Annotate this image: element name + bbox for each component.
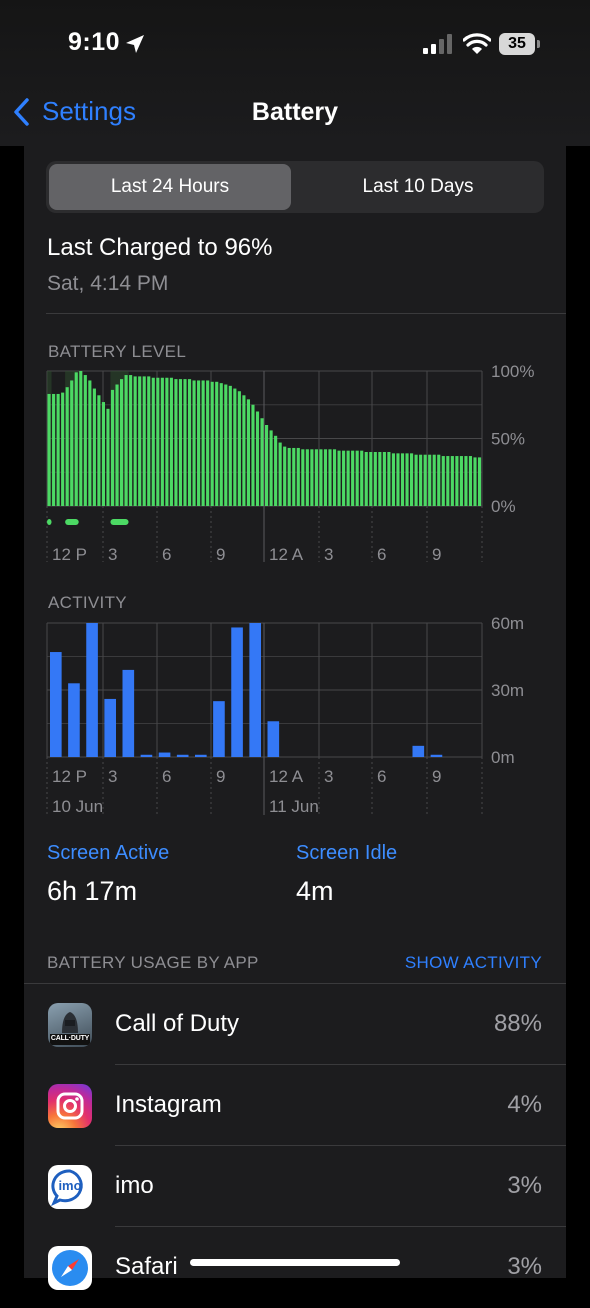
activity-date-label: 10 Jun	[52, 797, 103, 816]
app-percent: 4%	[507, 1091, 542, 1118]
camera-glyph	[56, 1092, 84, 1120]
app-row-call-of-duty[interactable]: CALL·DUTY Call of Duty 88%	[24, 984, 566, 1065]
imo-icon: imo	[48, 1165, 92, 1209]
activity-bar	[267, 721, 280, 757]
activity-bar	[104, 698, 116, 757]
activity-x-tick: 9	[216, 767, 225, 786]
screen-idle-label: Screen Idle	[296, 842, 398, 864]
app-row-imo[interactable]: imo imo 3%	[24, 1146, 566, 1227]
activity-x-tick: 12 P	[52, 767, 87, 786]
activity-chart[interactable]: 60m 30m 0m 12 P 3 6 9 12 A 3 6 9 10 Jun 11 Jun	[0, 0, 590, 830]
activity-x-tick: 6	[377, 767, 386, 786]
activity-date-label: 11 Jun	[269, 797, 319, 816]
app-row-instagram[interactable]: Instagram 4%	[24, 1065, 566, 1146]
home-indicator	[190, 1259, 400, 1266]
activity-bar	[231, 627, 243, 757]
imo-icon-text: imo	[58, 1178, 82, 1193]
activity-x-tick: 6	[162, 767, 171, 786]
activity-bar	[213, 701, 225, 757]
activity-y-tick: 60m	[491, 614, 524, 633]
app-percent: 3%	[507, 1253, 542, 1280]
activity-x-tick: 9	[432, 767, 441, 786]
activity-x-tick: 3	[108, 767, 117, 786]
app-name: Safari	[115, 1253, 178, 1280]
activity-bar	[249, 623, 261, 757]
usage-by-app-header: BATTERY USAGE BY APP	[47, 953, 259, 972]
activity-bar	[412, 745, 425, 757]
app-name: Instagram	[115, 1091, 222, 1118]
app-percent: 88%	[493, 1010, 542, 1037]
activity-x-tick: 12 A	[269, 767, 304, 786]
app-row-safari[interactable]: Safari 3%	[24, 1227, 566, 1308]
activity-bar	[122, 669, 135, 757]
activity-bar	[430, 754, 443, 757]
activity-bar	[86, 623, 98, 757]
activity-x-tick: 3	[324, 767, 333, 786]
compass-glyph	[52, 1250, 88, 1286]
activity-y-tick: 30m	[491, 681, 524, 700]
activity-bar	[140, 754, 153, 757]
activity-y-tick: 0m	[491, 748, 515, 767]
screen-idle-value: 4m	[296, 876, 334, 906]
screen-active-label: Screen Active	[47, 842, 170, 864]
app-name: Call of Duty	[115, 1010, 240, 1037]
activity-bar	[50, 652, 62, 757]
app-name: imo	[115, 1172, 154, 1199]
screen-active-value: 6h 17m	[47, 876, 138, 906]
activity-bar	[158, 752, 171, 757]
instagram-icon	[48, 1084, 92, 1128]
activity-bar	[68, 683, 80, 757]
activity-bar	[176, 754, 189, 757]
show-activity-button[interactable]: SHOW ACTIVITY	[405, 953, 542, 973]
call-of-duty-icon-text: CALL·DUTY	[50, 1035, 90, 1042]
call-of-duty-icon: CALL·DUTY	[48, 1003, 92, 1047]
safari-icon	[48, 1246, 92, 1290]
activity-bar	[195, 754, 207, 757]
app-percent: 3%	[507, 1172, 542, 1199]
